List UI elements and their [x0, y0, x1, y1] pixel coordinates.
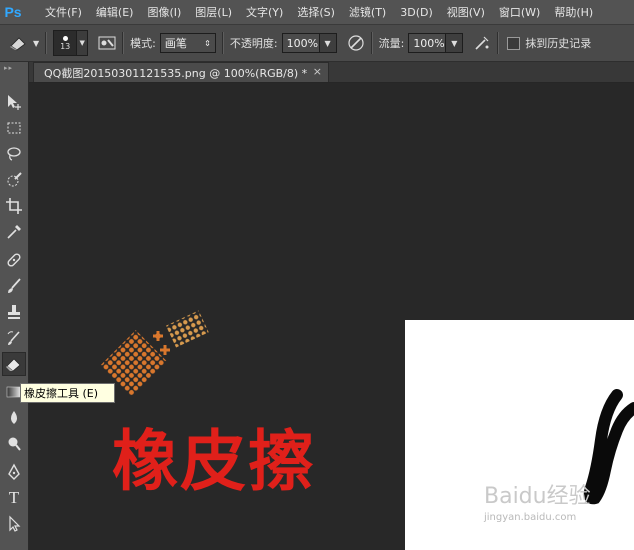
document-tab-title: QQ截图20150301121535.png @ 100%(RGB/8) * — [44, 66, 308, 80]
menu-edit[interactable]: 编辑(E) — [89, 4, 141, 20]
separator — [122, 32, 125, 54]
healing-brush-tool-icon[interactable] — [2, 248, 26, 272]
brush-tool-icon[interactable] — [2, 274, 26, 298]
type-tool-icon[interactable]: T — [2, 486, 26, 510]
opacity-dropdown-button[interactable]: ▼ — [319, 33, 337, 53]
flow-input[interactable]: 100% — [408, 33, 447, 53]
eraser-tool-icon[interactable] — [2, 352, 26, 376]
menu-help[interactable]: 帮助(H) — [547, 4, 600, 20]
type-glyph: T — [8, 488, 20, 507]
options-bar: ▼ 13 ▼ 模式: 画笔 ⇕ 不透明度: 100% ▼ 流量: 100% ▼ … — [0, 25, 634, 62]
pressure-opacity-icon[interactable] — [347, 34, 365, 52]
opacity-label: 不透明度: — [229, 37, 278, 50]
brush-dot-icon — [62, 35, 68, 41]
menu-view[interactable]: 视图(V) — [440, 4, 492, 20]
menu-file[interactable]: 文件(F) — [38, 4, 89, 20]
document-tab-bar: QQ截图20150301121535.png @ 100%(RGB/8) * × — [29, 62, 634, 83]
erase-history-checkbox[interactable] — [507, 36, 521, 50]
dodge-tool-icon[interactable] — [2, 432, 26, 456]
marquee-tool-icon[interactable] — [2, 116, 26, 140]
lasso-tool-icon[interactable] — [2, 142, 26, 166]
document-tab[interactable]: QQ截图20150301121535.png @ 100%(RGB/8) * × — [33, 62, 329, 82]
panel-grip-icon[interactable]: ▸▸ — [4, 64, 13, 72]
flow-label: 流量: — [378, 37, 405, 50]
pen-tool-icon[interactable] — [2, 460, 26, 484]
blur-tool-icon[interactable] — [2, 406, 26, 430]
watermark-main: Baidu经验 — [484, 484, 591, 509]
flow-value: 100% — [413, 36, 445, 50]
airbrush-icon[interactable] — [473, 34, 491, 52]
photoshop-logo: Ps — [4, 4, 22, 20]
brush-dropdown-button[interactable]: ▼ — [77, 30, 89, 56]
opacity-value: 100% — [286, 36, 319, 50]
opacity-input[interactable]: 100% — [281, 33, 320, 53]
quick-selection-tool-icon[interactable] — [2, 168, 26, 192]
mode-value: 画笔 — [164, 37, 187, 50]
separator — [45, 32, 48, 54]
eyedropper-tool-icon[interactable] — [2, 220, 26, 244]
brush-size-picker[interactable]: 13 — [53, 30, 78, 56]
history-brush-tool-icon[interactable] — [2, 326, 26, 350]
mode-label: 模式: — [130, 37, 156, 50]
updown-icon: ⇕ — [204, 38, 211, 48]
menu-type[interactable]: 文字(Y) — [239, 4, 290, 20]
close-tab-icon[interactable]: × — [313, 65, 322, 78]
separator — [221, 32, 224, 54]
watermark-sub: jingyan.baidu.com — [484, 512, 577, 523]
menu-image[interactable]: 图像(I) — [140, 4, 188, 20]
menu-bar: Ps 文件(F) 编辑(E) 图像(I) 图层(L) 文字(Y) 选择(S) 滤… — [0, 0, 634, 25]
menu-layer[interactable]: 图层(L) — [188, 4, 239, 20]
preset-dropdown-icon[interactable]: ▼ — [33, 39, 39, 48]
eraser-preset-icon[interactable] — [8, 35, 30, 51]
canvas-title-text: 橡皮擦 — [112, 422, 316, 500]
tools-panel: ▸▸ T — [0, 62, 29, 550]
crop-tool-icon[interactable] — [2, 194, 26, 218]
flow-dropdown-button[interactable]: ▼ — [446, 33, 464, 53]
separator — [497, 32, 500, 54]
menu-window[interactable]: 窗口(W) — [492, 4, 547, 20]
clone-stamp-tool-icon[interactable] — [2, 300, 26, 324]
menu-filter[interactable]: 滤镜(T) — [342, 4, 393, 20]
move-tool-icon[interactable] — [2, 90, 26, 114]
mode-select[interactable]: 画笔 ⇕ — [159, 33, 216, 53]
erase-history-label: 抹到历史记录 — [525, 37, 592, 50]
path-selection-tool-icon[interactable] — [2, 512, 26, 536]
menu-select[interactable]: 选择(S) — [290, 4, 342, 20]
brush-size-value: 13 — [60, 41, 71, 51]
separator — [370, 32, 373, 54]
watermark: Baidu经验 jingyan.baidu.com — [484, 478, 624, 523]
eraser-tooltip: 橡皮擦工具 (E) — [20, 383, 115, 403]
menu-3d[interactable]: 3D(D) — [393, 6, 440, 19]
brush-panel-icon[interactable] — [98, 35, 116, 51]
